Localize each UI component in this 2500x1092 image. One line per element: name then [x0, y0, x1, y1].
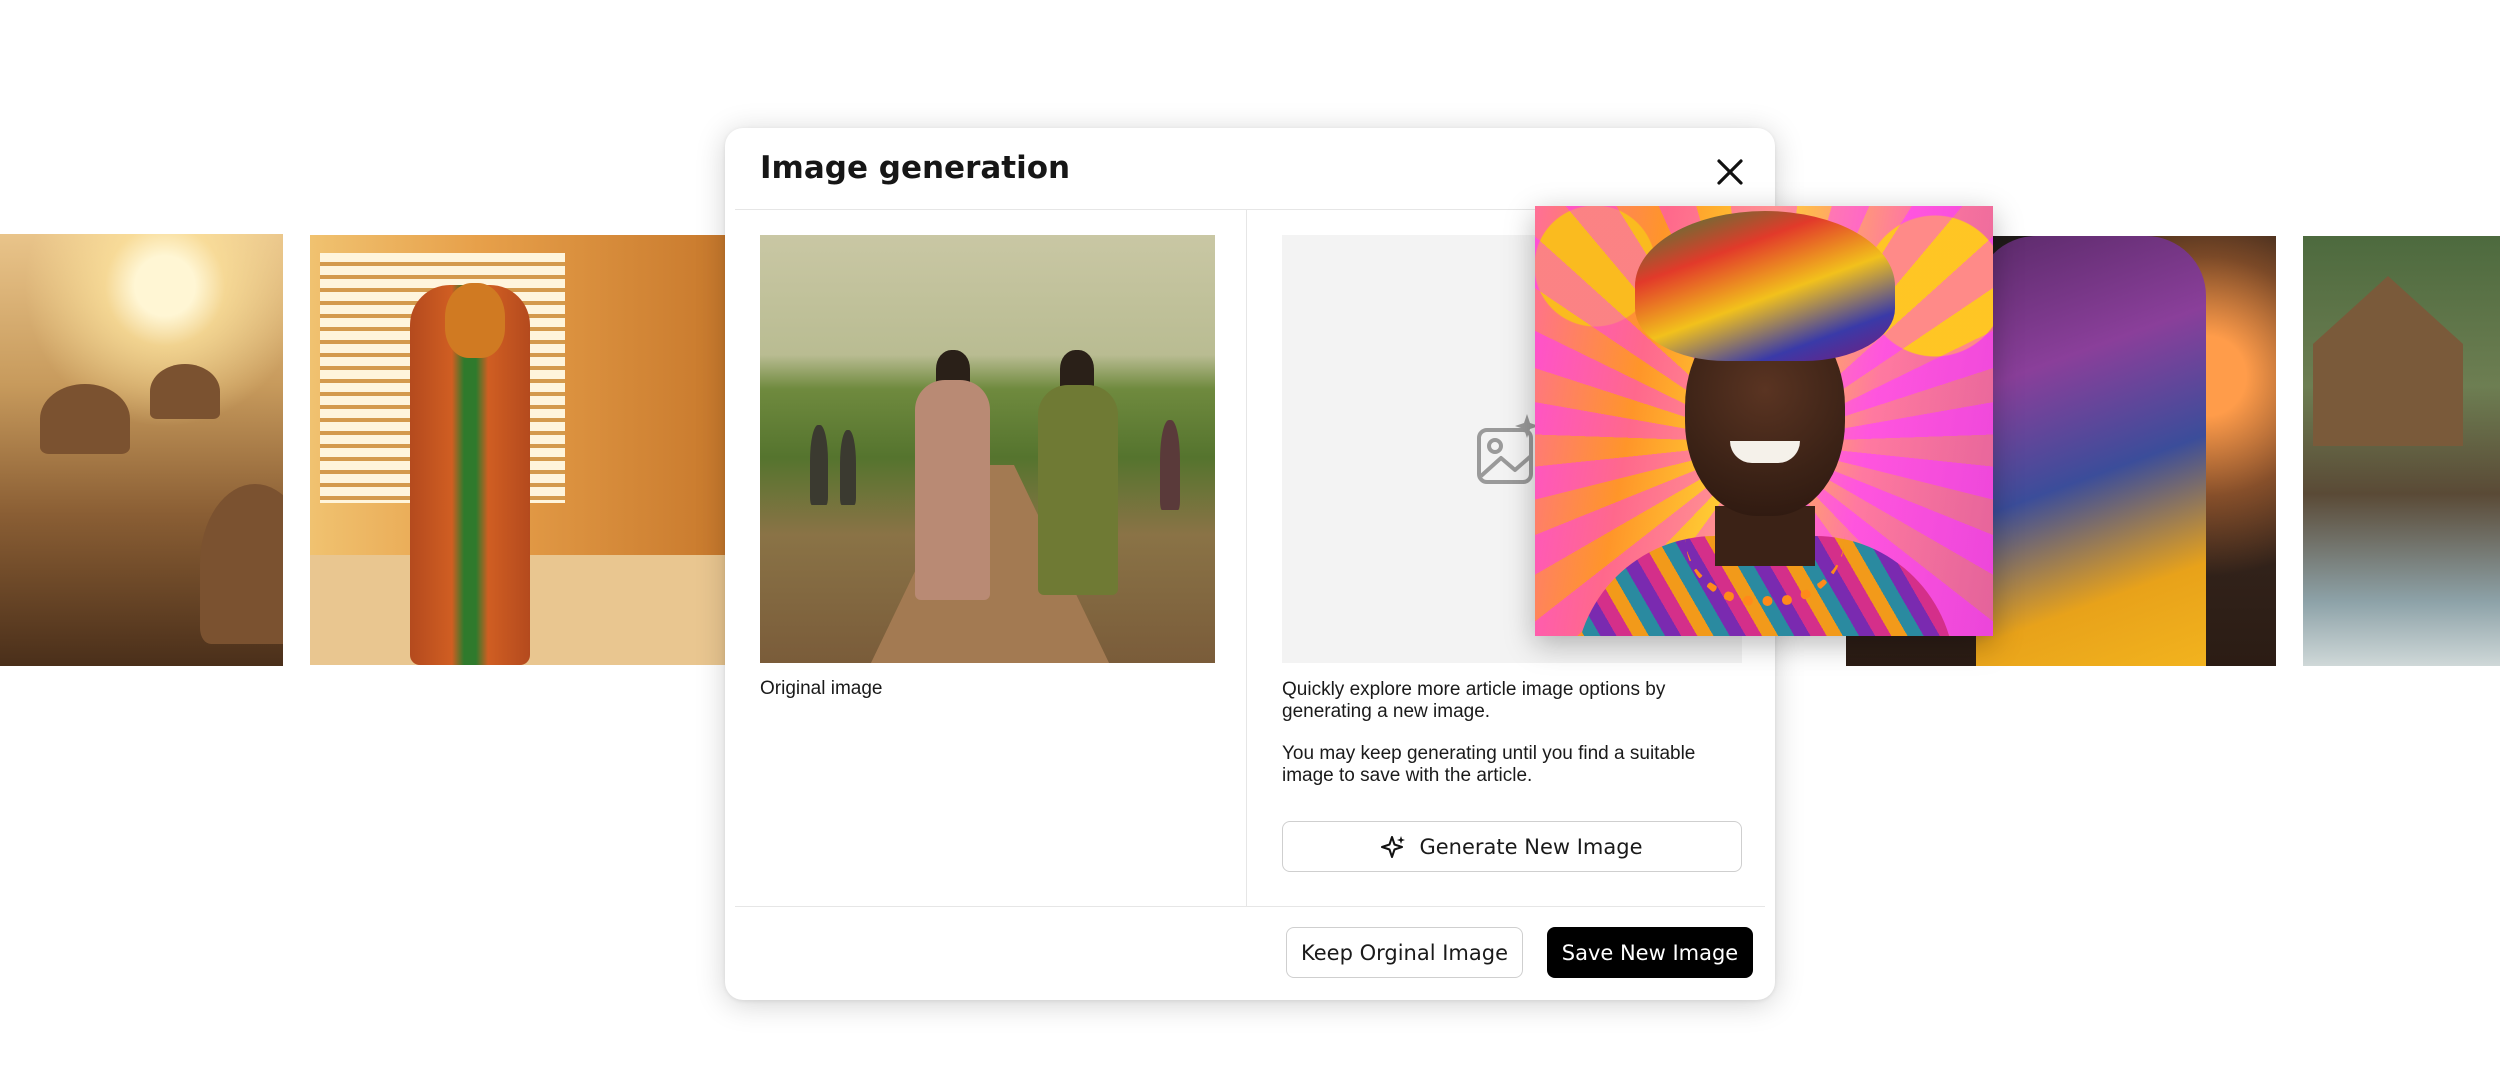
save-new-image-button[interactable]: Save New Image	[1547, 927, 1753, 978]
generation-hint: You may keep generating until you find a…	[1282, 743, 1696, 786]
original-image	[760, 235, 1215, 663]
close-icon	[1717, 159, 1743, 185]
background-image-village	[0, 234, 283, 666]
sparkle-icon	[1381, 835, 1406, 858]
keep-original-image-button[interactable]: Keep Orginal Image	[1286, 927, 1523, 978]
column-divider	[1246, 209, 1247, 906]
generated-image-preview	[1535, 206, 1993, 636]
generation-description: Quickly explore more article image optio…	[1282, 679, 1666, 722]
background-image-woman-room	[310, 235, 730, 665]
footer-divider	[735, 906, 1765, 907]
generate-button-label: Generate New Image	[1419, 834, 1643, 859]
modal-title: Image generation	[760, 150, 1071, 186]
original-image-caption: Original image	[760, 678, 883, 699]
generate-new-image-button[interactable]: Generate New Image	[1282, 821, 1742, 872]
close-button[interactable]	[1712, 154, 1748, 190]
background-image-river-huts	[2303, 236, 2500, 666]
